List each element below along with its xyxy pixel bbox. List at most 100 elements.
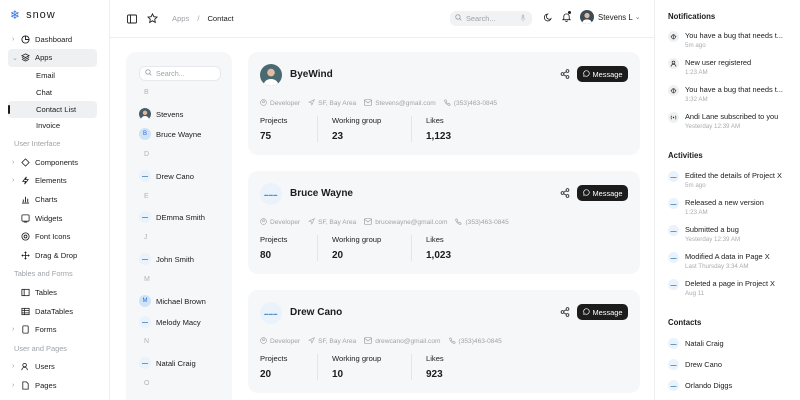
notification-item[interactable]: You have a bug that needs t... 5m ago bbox=[668, 31, 783, 49]
contact-list-item[interactable]: ▬▬ Melody Macy bbox=[139, 316, 201, 328]
topbar-actions: Stevens L ⌄ bbox=[542, 10, 641, 24]
notification-item[interactable]: You have a bug that needs t... 3:32 AM bbox=[668, 85, 783, 103]
brand[interactable]: ❄ snow bbox=[0, 0, 109, 30]
global-search-input[interactable]: Search... bbox=[450, 11, 532, 26]
activity-item[interactable]: ▬▬ Edited the details of Project X 5m ago bbox=[668, 171, 782, 189]
search-placeholder: Search... bbox=[156, 69, 185, 78]
user-name[interactable]: Stevens L bbox=[598, 13, 633, 22]
sidebar-toggle-icon[interactable] bbox=[126, 13, 138, 25]
sidebar-item-label: Font Icons bbox=[35, 232, 71, 242]
contact-name: Drew Cano bbox=[685, 360, 722, 369]
stat-working-group: Working group 20 bbox=[332, 235, 412, 261]
chevron-right-icon: › bbox=[12, 35, 15, 43]
notification-item[interactable]: Andi Lane subscribed to you Yesterday 12:… bbox=[668, 112, 778, 130]
message-button[interactable]: Message bbox=[577, 66, 628, 82]
bug-icon bbox=[668, 31, 679, 42]
lightning-icon bbox=[20, 176, 30, 186]
bell-icon[interactable] bbox=[560, 11, 572, 22]
contact-item[interactable]: ▬▬ Orlando Diggs bbox=[668, 380, 732, 391]
breadcrumb-apps[interactable]: Apps bbox=[172, 14, 189, 23]
sidebar-item-dashboard[interactable]: › Dashboard bbox=[0, 30, 109, 49]
location-icon bbox=[308, 337, 316, 346]
contact-email[interactable]: drewcano@gmail.com bbox=[375, 338, 440, 345]
sidebar-subitem-email[interactable]: Email bbox=[0, 67, 109, 84]
sidebar-item-components[interactable]: › Components bbox=[0, 153, 109, 172]
contact-name: Melody Macy bbox=[156, 317, 201, 327]
contact-search-input[interactable]: Search... bbox=[139, 66, 221, 81]
contact-stats: Projects 75 Working group 23 Likes 1,123 bbox=[260, 116, 479, 142]
letter-heading: B bbox=[144, 89, 149, 96]
sidebar-item-tables[interactable]: Tables bbox=[0, 283, 109, 302]
share-icon[interactable] bbox=[560, 69, 570, 79]
chevron-right-icon: › bbox=[12, 363, 15, 371]
contact-list-item[interactable]: B Bruce Wayne bbox=[139, 128, 201, 140]
activity-item[interactable]: ▬▬ Modified A data in Page X Last Thursda… bbox=[668, 252, 770, 270]
brand-logo-icon: ▬▬ bbox=[668, 380, 679, 391]
contact-location: SF, Bay Area bbox=[318, 338, 357, 345]
search-placeholder: Search... bbox=[466, 14, 496, 23]
sidebar-subitem-contact-list[interactable]: Contact List bbox=[8, 100, 97, 118]
chevron-down-icon: ⌄ bbox=[12, 54, 18, 62]
section-tables-forms: Tables and Forms bbox=[14, 269, 73, 279]
chevron-right-icon: › bbox=[12, 158, 15, 166]
chat-icon bbox=[582, 307, 590, 317]
contact-list-item[interactable]: ▬▬ Natali Craig bbox=[139, 357, 196, 369]
chevron-down-icon[interactable]: ⌄ bbox=[635, 13, 641, 21]
sidebar-item-forms[interactable]: › Forms bbox=[0, 320, 109, 339]
contact-card: ▬▬▬ Bruce Wayne Message Developer SF, Ba… bbox=[248, 171, 640, 274]
stat-likes: Likes 923 bbox=[426, 354, 444, 380]
microphone-icon[interactable] bbox=[520, 14, 526, 24]
sidebar-item-font-icons[interactable]: Font Icons bbox=[0, 227, 109, 246]
brand-logo-icon: ▬▬▬ bbox=[260, 183, 282, 205]
contact-list-item[interactable]: Stevens bbox=[139, 108, 183, 120]
contact-email[interactable]: Stevens@gmail.com bbox=[375, 100, 436, 107]
user-avatar[interactable] bbox=[580, 10, 594, 24]
contact-list-item[interactable]: ▬▬ DEmma Smith bbox=[139, 211, 205, 223]
contact-list-item[interactable]: ▬▬ Drew Cano bbox=[139, 170, 194, 182]
contact-list-item[interactable]: ▬▬ John Smith bbox=[139, 253, 194, 265]
location-icon bbox=[308, 218, 316, 227]
activity-item[interactable]: ▬▬ Released a new version 1:23 AM bbox=[668, 198, 764, 216]
star-icon[interactable] bbox=[146, 13, 158, 25]
sidebar-item-widgets[interactable]: Widgets bbox=[0, 209, 109, 228]
share-icon[interactable] bbox=[560, 188, 570, 198]
search-icon bbox=[145, 69, 152, 78]
contact-item[interactable]: ▬▬ Drew Cano bbox=[668, 359, 722, 370]
sidebar-item-users[interactable]: › Users bbox=[0, 358, 109, 377]
brand-logo-icon: ▬▬▬ bbox=[260, 302, 282, 324]
contact-item[interactable]: ▬▬ Natali Craig bbox=[668, 338, 724, 349]
moon-icon[interactable] bbox=[542, 13, 554, 22]
sidebar-subitem-invoice[interactable]: Invoice bbox=[0, 118, 109, 135]
contact-name: Bruce Wayne bbox=[290, 188, 353, 199]
activity-item[interactable]: ▬▬ Deleted a page in Project X Aug 11 bbox=[668, 279, 775, 297]
sidebar-subitem-chat[interactable]: Chat bbox=[0, 84, 109, 101]
sidebar-item-label: Charts bbox=[35, 194, 58, 204]
brand-logo-icon: ▬▬ bbox=[668, 338, 679, 349]
phone-icon bbox=[448, 337, 456, 346]
chat-icon bbox=[582, 188, 590, 198]
message-button[interactable]: Message bbox=[577, 304, 628, 320]
sidebar-item-drag-drop[interactable]: Drag & Drop bbox=[0, 246, 109, 265]
share-icon[interactable] bbox=[560, 307, 570, 317]
contact-role: Developer bbox=[270, 219, 301, 226]
contact-phone[interactable]: (353)463-0845 bbox=[459, 338, 502, 345]
contact-name: John Smith bbox=[156, 254, 194, 264]
contact-name: DEmma Smith bbox=[156, 212, 205, 222]
contact-phone[interactable]: (353)463-0845 bbox=[454, 100, 497, 107]
brand-logo-icon: ▬▬ bbox=[668, 198, 679, 209]
notification-item[interactable]: New user registered 1:23 AM bbox=[668, 58, 751, 76]
message-button[interactable]: Message bbox=[577, 185, 628, 201]
sidebar-item-elements[interactable]: › Elements bbox=[0, 172, 109, 191]
sidebar-item-charts[interactable]: Charts bbox=[0, 190, 109, 209]
sidebar-item-pages[interactable]: › Pages bbox=[0, 376, 109, 395]
contact-email[interactable]: brucewayne@gmail.com bbox=[375, 219, 447, 226]
contact-list-item[interactable]: M Michael Brown bbox=[139, 295, 206, 307]
sidebar-item-datatables[interactable]: DataTables bbox=[0, 302, 109, 321]
sidebar-item-apps[interactable]: ⌄ Apps bbox=[8, 48, 97, 68]
avatar bbox=[260, 64, 282, 86]
search-icon bbox=[455, 14, 462, 23]
phone-icon bbox=[444, 99, 451, 108]
avatar: B bbox=[139, 128, 151, 140]
contact-phone[interactable]: (353)463-0845 bbox=[465, 219, 508, 226]
activity-item[interactable]: ▬▬ Submitted a bug Yesterday 12:39 AM bbox=[668, 225, 740, 243]
